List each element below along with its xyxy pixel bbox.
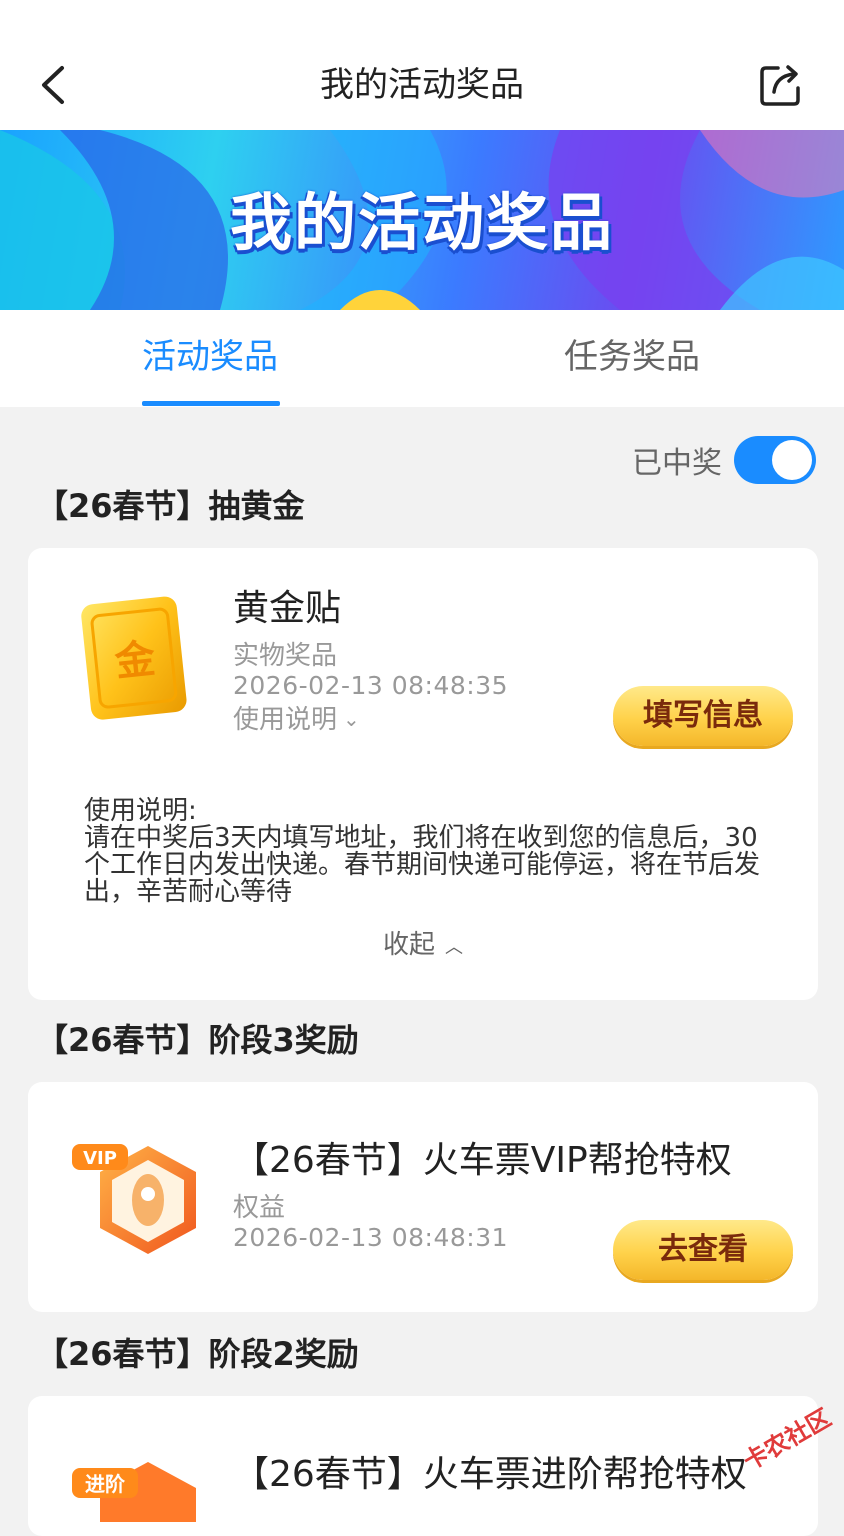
prize-time: 2026-02-13 08:48:31: [233, 1223, 509, 1252]
collapse-button[interactable]: 收起 ︿: [28, 928, 818, 965]
won-filter: 已中奖: [632, 436, 816, 484]
fill-info-button[interactable]: 填写信息: [613, 686, 793, 746]
share-button[interactable]: [758, 62, 804, 108]
advanced-rocket-icon: 进阶: [72, 1462, 196, 1522]
toggle-knob: [772, 440, 812, 480]
prize-name: 【26春节】火车票进阶帮抢特权: [233, 1454, 747, 1495]
tab-task-prizes[interactable]: 任务奖品: [564, 334, 700, 380]
banner: 我的活动奖品: [0, 130, 844, 310]
usage-toggle-label: 使用说明: [233, 705, 338, 735]
chevron-up-icon: ︿: [445, 937, 463, 958]
section-title: 【26春节】阶段2奖励: [36, 1335, 359, 1373]
tab-activity-prizes[interactable]: 活动奖品: [142, 334, 278, 380]
banner-title: 我的活动奖品: [229, 186, 614, 259]
tab-underline: [142, 401, 280, 406]
chevron-down-icon: ⌄: [343, 707, 360, 731]
won-toggle[interactable]: [734, 436, 816, 484]
vip-rocket-icon: VIP: [72, 1144, 196, 1254]
prize-card: 进阶 【26春节】火车票进阶帮抢特权: [28, 1396, 818, 1536]
page-title: 我的活动奖品: [320, 65, 524, 105]
section-title: 【26春节】抽黄金: [36, 487, 305, 525]
usage-toggle[interactable]: 使用说明 ⌄: [233, 704, 360, 737]
share-icon: [760, 65, 800, 106]
prize-card: 金 黄金贴 实物奖品 2026-02-13 08:48:35 使用说明 ⌄ 填写信…: [28, 548, 818, 1000]
usage-instructions: 使用说明: 请在中奖后3天内填写地址，我们将在收到您的信息后，30个工作日内发出…: [84, 796, 761, 907]
prize-time: 2026-02-13 08:48:35: [233, 671, 509, 700]
section-title: 【26春节】阶段3奖励: [36, 1021, 359, 1059]
gold-bar-icon: 金: [81, 596, 187, 720]
svg-text:金: 金: [112, 636, 159, 686]
tab-bar: 活动奖品 任务奖品: [0, 310, 844, 407]
prize-name: 【26春节】火车票VIP帮抢特权: [233, 1140, 732, 1181]
won-filter-label: 已中奖: [632, 446, 722, 481]
prize-card: VIP 【26春节】火车票VIP帮抢特权 权益 2026-02-13 08:48…: [28, 1082, 818, 1312]
prize-type: 实物奖品: [233, 641, 338, 671]
view-button[interactable]: 去查看: [613, 1220, 793, 1280]
prize-name: 黄金贴: [233, 588, 342, 629]
vip-badge: VIP: [83, 1148, 117, 1169]
nav-bar: 我的活动奖品: [0, 40, 844, 130]
prize-type: 权益: [233, 1193, 286, 1223]
collapse-label: 收起: [382, 930, 435, 960]
advanced-badge: 进阶: [85, 1472, 126, 1496]
status-bar: [0, 0, 844, 40]
